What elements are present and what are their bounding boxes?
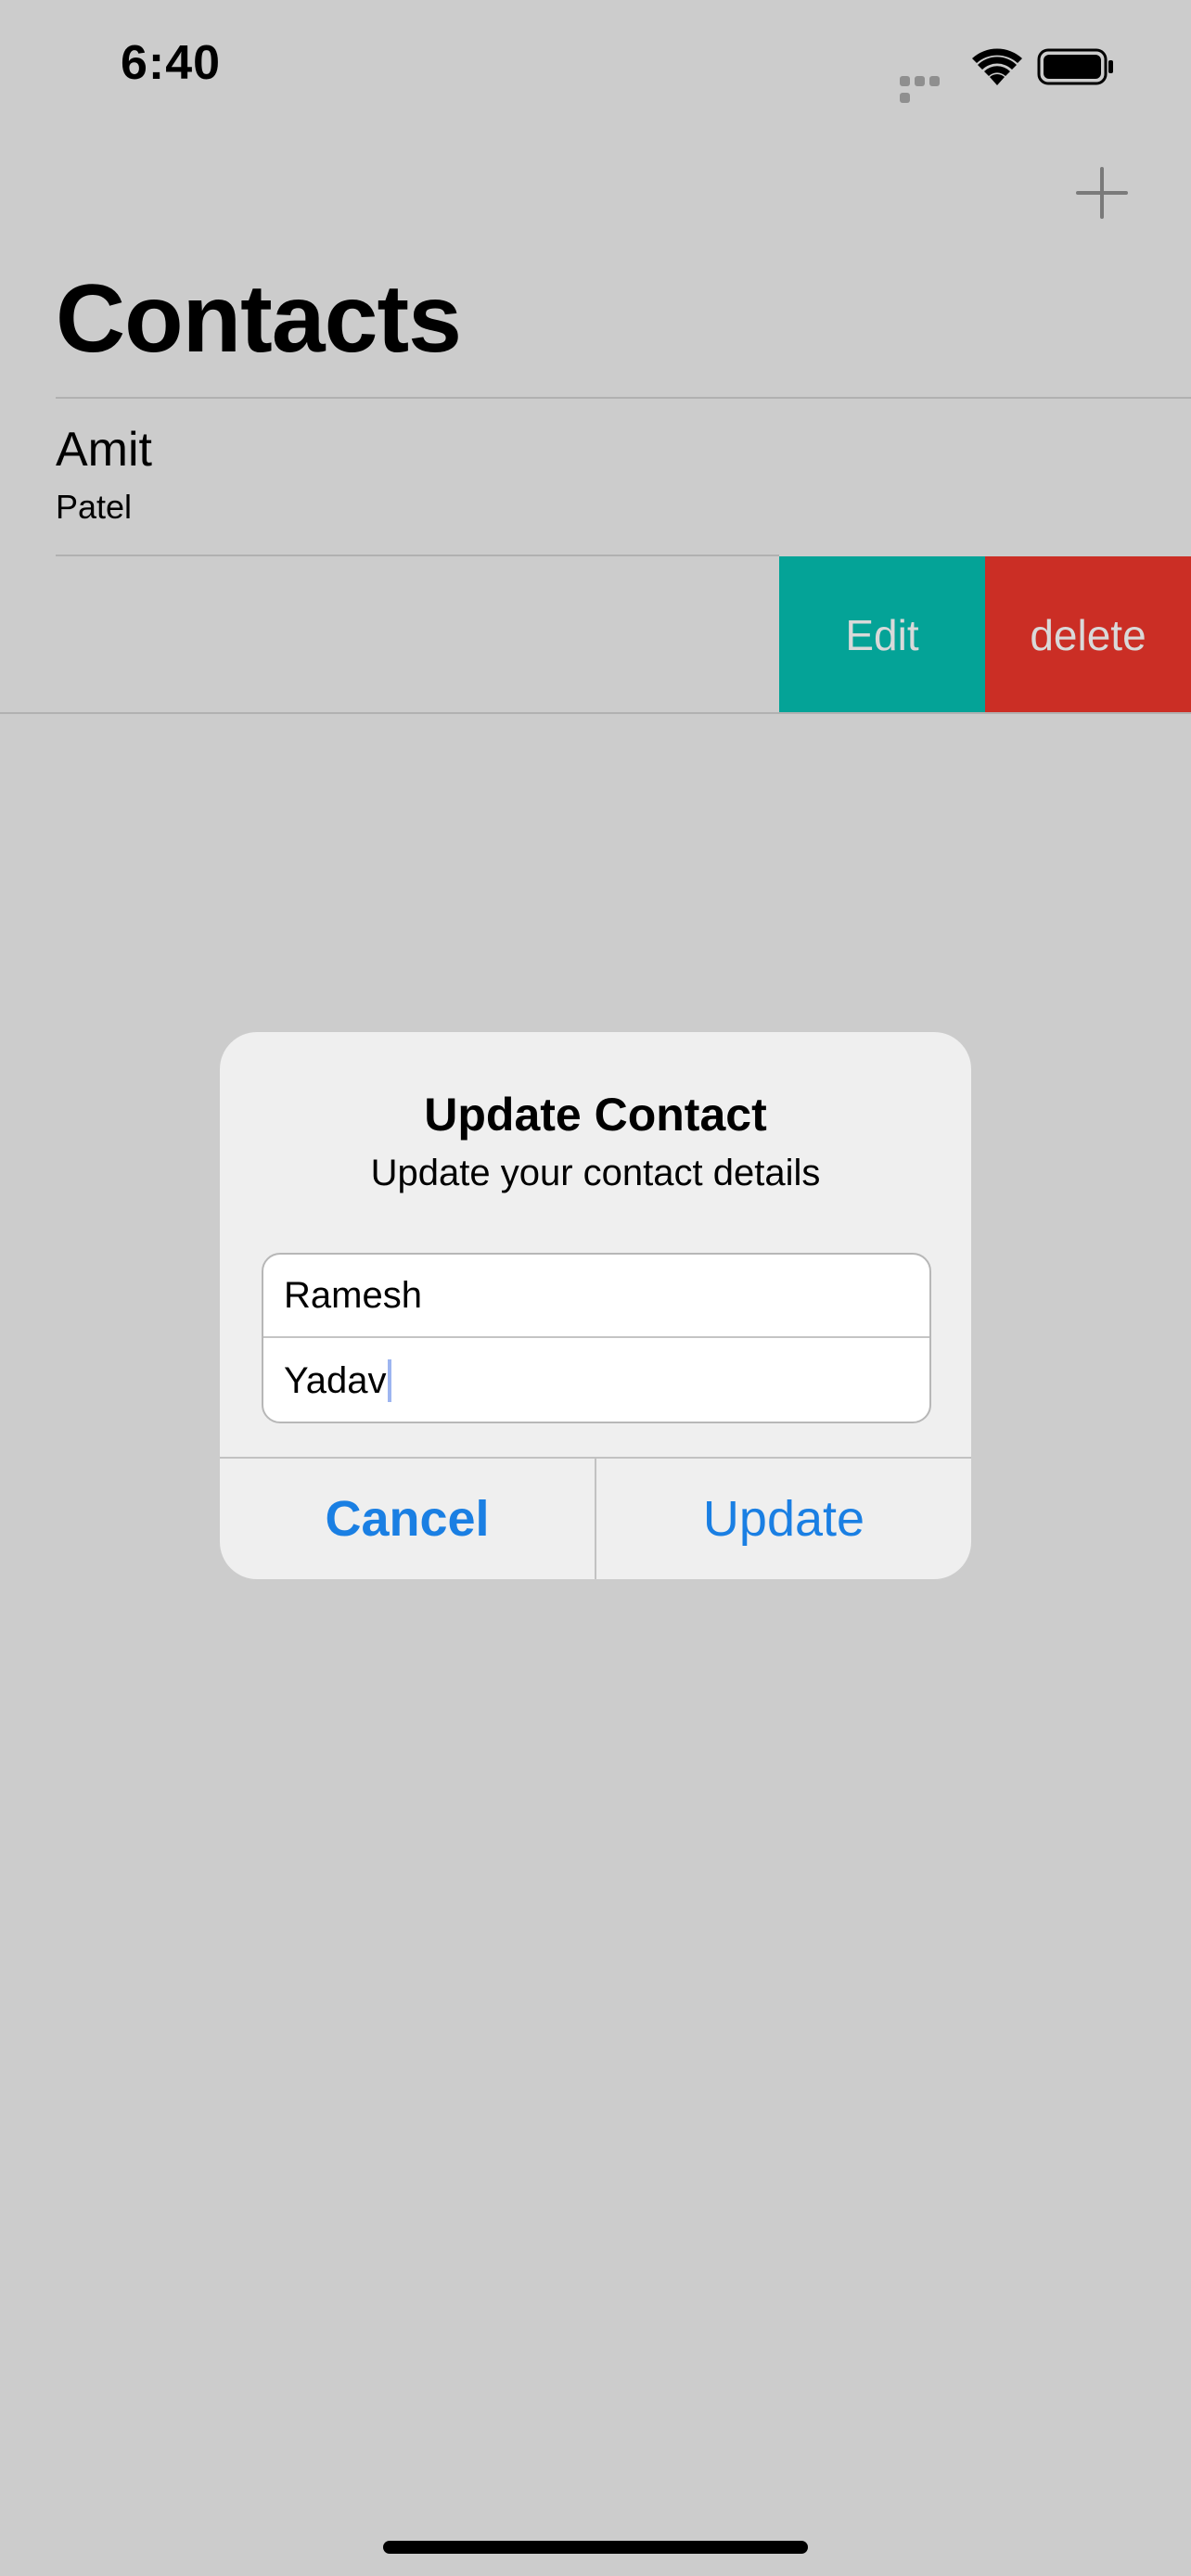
page-title: Contacts (56, 265, 462, 373)
text-cursor (388, 1359, 392, 1402)
wifi-icon (972, 48, 1022, 85)
edit-action-button[interactable]: Edit (779, 556, 985, 714)
last-name-value: Yadav (284, 1359, 387, 1401)
update-contact-alert: Update Contact Update your contact detai… (220, 1032, 971, 1579)
update-button[interactable]: Update (596, 1459, 971, 1579)
first-name-field[interactable]: Ramesh (263, 1255, 929, 1338)
signal-dots-icon (900, 74, 957, 103)
battery-full-icon (1037, 46, 1115, 87)
home-indicator[interactable] (383, 2541, 808, 2554)
alert-fields: Ramesh Yadav (262, 1253, 931, 1423)
list-divider-bottom (0, 712, 1191, 714)
alert-title: Update Contact (424, 1089, 767, 1141)
status-time: 6:40 (121, 36, 222, 90)
delete-action-button[interactable]: delete (985, 556, 1191, 714)
contact-row[interactable] (0, 399, 1191, 555)
contact-first-name: Amit (56, 423, 152, 477)
contact-last-name: Patel (56, 488, 133, 526)
first-name-value: Ramesh (284, 1274, 422, 1316)
add-contact-button[interactable] (1074, 165, 1130, 221)
cancel-button[interactable]: Cancel (220, 1459, 595, 1579)
plus-icon (1076, 167, 1128, 219)
swiped-contact-row[interactable] (0, 556, 779, 714)
last-name-field[interactable]: Yadav (263, 1339, 929, 1422)
alert-message: Update your contact details (370, 1153, 821, 1193)
